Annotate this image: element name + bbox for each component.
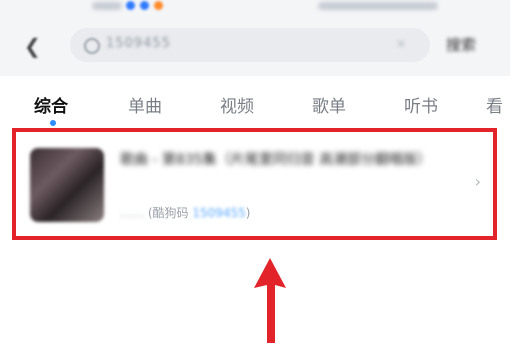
cover-thumbnail — [30, 148, 104, 222]
search-result-item[interactable]: 歌曲 - 第835集（片尾里同归音 高潮部分翻唱版） …… (酷狗码 15094… — [12, 128, 497, 240]
search-icon — [84, 38, 100, 54]
status-dot — [126, 1, 135, 10]
result-meta: …… (酷狗码 1509455) — [120, 204, 250, 221]
status-bar — [0, 0, 510, 18]
chevron-right-icon: › — [474, 172, 481, 191]
active-tab-indicator — [50, 120, 56, 126]
meta-suffix: ) — [245, 206, 251, 220]
tab-videos[interactable]: 视频 — [220, 92, 254, 117]
tab-more[interactable]: 看 — [486, 92, 503, 117]
clear-icon[interactable]: ✕ — [396, 37, 410, 51]
tab-playlists[interactable]: 歌单 — [312, 92, 346, 117]
result-title: 歌曲 - 第835集（片尾里同归音 高潮部分翻唱版） — [120, 152, 432, 168]
status-dot — [140, 1, 149, 10]
search-button[interactable]: 搜索 — [446, 34, 476, 55]
status-blob — [318, 2, 438, 10]
search-input[interactable]: 1509455 — [106, 36, 171, 51]
red-arrow-annotation — [254, 258, 286, 343]
meta-prefix: …… — [120, 206, 144, 220]
chevron-left-icon[interactable]: ❮ — [24, 34, 48, 58]
status-blob — [92, 2, 122, 10]
search-box[interactable]: 1509455 ✕ — [70, 28, 430, 62]
tab-songs[interactable]: 单曲 — [128, 92, 162, 117]
status-dot — [154, 1, 163, 10]
tab-audiobooks[interactable]: 听书 — [404, 92, 438, 117]
kugou-code: 1509455 — [192, 206, 246, 220]
tab-bar: 综合 单曲 视频 歌单 听书 看 — [0, 80, 510, 126]
meta-label: (酷狗码 — [147, 206, 193, 220]
search-header: ❮ 1509455 ✕ 搜索 — [0, 18, 510, 76]
tab-overall[interactable]: 综合 — [34, 92, 68, 117]
